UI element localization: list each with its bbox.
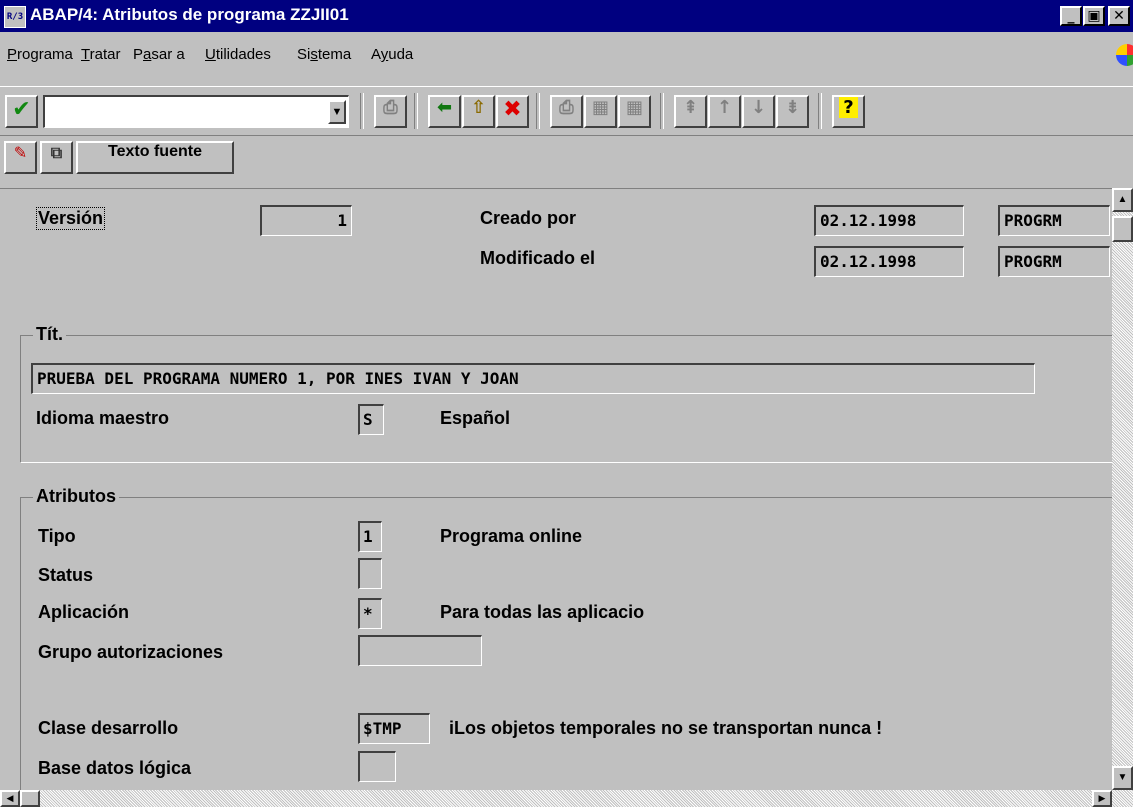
- check-icon[interactable]: ✔: [5, 95, 38, 128]
- idioma-text: Español: [440, 408, 511, 428]
- tipo-field[interactable]: 1: [358, 521, 382, 552]
- window-title: ABAP/4: Atributos de programa ZZJII01: [30, 5, 349, 24]
- vertical-scrollbar[interactable]: ▲ ▼: [1112, 188, 1133, 790]
- first-page-icon[interactable]: ⇞: [674, 95, 707, 128]
- clase-label: Clase desarrollo: [38, 718, 179, 738]
- creado-label: Creado por: [480, 208, 577, 228]
- creado-date-field[interactable]: 02.12.1998: [814, 205, 964, 236]
- tipo-label: Tipo: [38, 526, 76, 546]
- menu-pasar-a[interactable]: Pasar a: [133, 46, 185, 63]
- save-icon[interactable]: ⎙: [374, 95, 407, 128]
- sap-logo-icon: [1112, 42, 1133, 68]
- scroll-up-icon[interactable]: ▲: [1112, 188, 1133, 212]
- find-icon[interactable]: ▦: [584, 95, 617, 128]
- print-icon[interactable]: ⎙: [550, 95, 583, 128]
- back-icon[interactable]: ⬅: [428, 95, 461, 128]
- menu-bar: Programa Tratar Pasar a Utilidades Siste…: [0, 32, 1133, 86]
- application-toolbar: ✎ ⧉ Texto fuente: [0, 136, 1133, 188]
- horizontal-scrollbar[interactable]: ◀ ▶: [0, 790, 1133, 807]
- maximize-button[interactable]: ▣: [1083, 6, 1105, 26]
- edit-icon[interactable]: ✎: [4, 141, 37, 174]
- title-field[interactable]: PRUEBA DEL PROGRAMA NUMERO 1, POR INES I…: [31, 363, 1035, 394]
- sap-icon[interactable]: R/3: [4, 6, 26, 28]
- find-next-icon[interactable]: ▦: [618, 95, 651, 128]
- title-bar[interactable]: R/3 ABAP/4: Atributos de programa ZZJII0…: [0, 0, 1133, 32]
- hscroll-thumb[interactable]: [20, 790, 40, 807]
- scroll-down-icon[interactable]: ▼: [1112, 766, 1133, 790]
- tipo-text: Programa online: [440, 526, 583, 546]
- version-field[interactable]: 1: [260, 205, 352, 236]
- command-field[interactable]: ▼: [43, 95, 349, 128]
- close-button[interactable]: ✕: [1108, 6, 1130, 26]
- exit-icon[interactable]: ⇧: [462, 95, 495, 128]
- standard-toolbar: ✔ ▼ ⎙ ⬅ ⇧ ✖ ⎙ ▦ ▦ ⇞ ↑ ↓ ⇟ ?: [0, 86, 1133, 136]
- cancel-icon[interactable]: ✖: [496, 95, 529, 128]
- clase-field[interactable]: $TMP: [358, 713, 430, 744]
- menu-tratar[interactable]: Tratar: [81, 46, 120, 63]
- aplicacion-text: Para todas las aplicacio: [440, 602, 645, 622]
- menu-utilidades[interactable]: Utilidades: [205, 46, 271, 63]
- menu-programa[interactable]: Programa: [7, 46, 73, 63]
- aplicacion-field[interactable]: *: [358, 598, 382, 629]
- scroll-right-icon[interactable]: ▶: [1092, 790, 1112, 807]
- scroll-thumb[interactable]: [1112, 216, 1133, 242]
- creado-user-field[interactable]: PROGRM: [998, 205, 1110, 236]
- base-label: Base datos lógica: [38, 758, 192, 778]
- object-list-icon[interactable]: ⧉: [40, 141, 73, 174]
- command-input[interactable]: [45, 97, 299, 127]
- menu-sistema[interactable]: Sistema: [297, 46, 351, 63]
- idioma-label: Idioma maestro: [36, 408, 170, 428]
- aplicacion-label: Aplicación: [38, 602, 130, 622]
- titulo-group-title: Tít.: [33, 324, 66, 345]
- modificado-label: Modificado el: [480, 248, 596, 268]
- modificado-date-field[interactable]: 02.12.1998: [814, 246, 964, 277]
- next-page-icon[interactable]: ↓: [742, 95, 775, 128]
- clase-text: iLos objetos temporales no se transporta…: [449, 718, 883, 738]
- atributos-group-title: Atributos: [33, 486, 119, 507]
- grupo-field[interactable]: [358, 635, 482, 666]
- menu-ayuda[interactable]: Ayuda: [371, 46, 413, 63]
- idioma-field[interactable]: S: [358, 404, 384, 435]
- grupo-label: Grupo autorizaciones: [38, 642, 224, 662]
- base-field[interactable]: [358, 751, 396, 782]
- scroll-left-icon[interactable]: ◀: [0, 790, 20, 807]
- texto-fuente-button[interactable]: Texto fuente: [76, 141, 234, 174]
- minimize-button[interactable]: _: [1060, 6, 1082, 26]
- last-page-icon[interactable]: ⇟: [776, 95, 809, 128]
- version-label: Versión: [36, 207, 106, 230]
- status-label: Status: [38, 565, 94, 585]
- modificado-user-field[interactable]: PROGRM: [998, 246, 1110, 277]
- chevron-down-icon[interactable]: ▼: [328, 100, 346, 124]
- main-content: Versión 1 Creado por 02.12.1998 PROGRM M…: [0, 188, 1112, 790]
- status-field[interactable]: [358, 558, 382, 589]
- prev-page-icon[interactable]: ↑: [708, 95, 741, 128]
- titulo-group: [20, 335, 1112, 463]
- help-icon[interactable]: ?: [832, 95, 865, 128]
